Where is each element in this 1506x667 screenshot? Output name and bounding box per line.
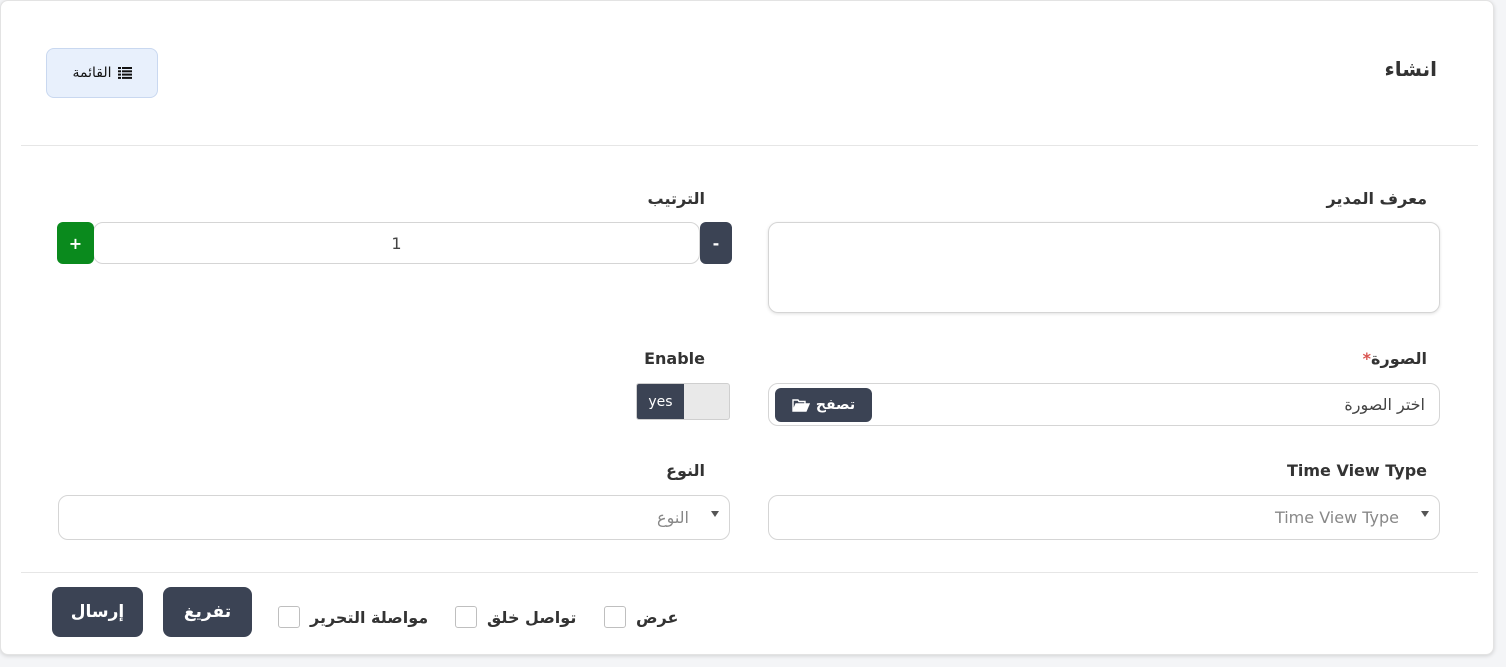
order-input[interactable]: 1 (93, 222, 700, 264)
time-view-type-label: Time View Type (1286, 461, 1427, 480)
view-label: عرض (636, 607, 679, 627)
type-select[interactable]: النوع (58, 495, 730, 540)
image-label-text: الصورة (1371, 349, 1427, 368)
folder-open-icon (792, 398, 810, 412)
continue-editing-option[interactable]: مواصلة التحرير (278, 604, 428, 630)
submit-button[interactable]: إرسال (52, 587, 143, 637)
continue-creating-option[interactable]: تواصل خلق (455, 604, 576, 630)
required-mark: * (1362, 349, 1372, 368)
continue-editing-checkbox[interactable] (278, 606, 300, 628)
type-placeholder: النوع (657, 508, 689, 527)
continue-creating-checkbox[interactable] (455, 606, 477, 628)
page-title: انشاء (1384, 57, 1437, 81)
admin-id-label: معرف المدير (1326, 189, 1427, 208)
continue-creating-label: تواصل خلق (487, 607, 577, 627)
view-option[interactable]: عرض (604, 604, 678, 630)
list-button-label: القائمة (72, 65, 112, 81)
image-label: الصورة* (1363, 349, 1427, 368)
enable-toggle[interactable]: yes (636, 383, 730, 420)
order-label: الترتيب (647, 189, 705, 208)
browse-button[interactable]: تصفح (775, 388, 872, 422)
order-decrement-button[interactable]: - (700, 222, 732, 264)
time-view-type-select[interactable]: Time View Type (768, 495, 1440, 540)
footer-divider (21, 572, 1478, 573)
list-icon (117, 67, 132, 79)
form-card: انشاء القائمة معرف المدير الترتيب - 1 + … (0, 0, 1494, 655)
order-increment-button[interactable]: + (57, 222, 94, 264)
chevron-down-icon (1421, 511, 1429, 517)
chevron-down-icon (711, 511, 719, 517)
header-divider (21, 145, 1478, 146)
admin-id-textarea[interactable] (768, 222, 1440, 313)
continue-editing-label: مواصلة التحرير (310, 607, 429, 627)
reset-button[interactable]: تفريغ (163, 587, 252, 637)
time-view-type-placeholder: Time View Type (1274, 508, 1399, 527)
image-placeholder: اختر الصورة (1344, 395, 1425, 414)
enable-label: Enable (644, 349, 705, 368)
type-label: النوع (666, 461, 705, 480)
browse-button-label: تصفح (815, 397, 856, 413)
list-button[interactable]: القائمة (46, 48, 158, 98)
enable-toggle-on: yes (637, 384, 684, 419)
view-checkbox[interactable] (604, 606, 626, 628)
